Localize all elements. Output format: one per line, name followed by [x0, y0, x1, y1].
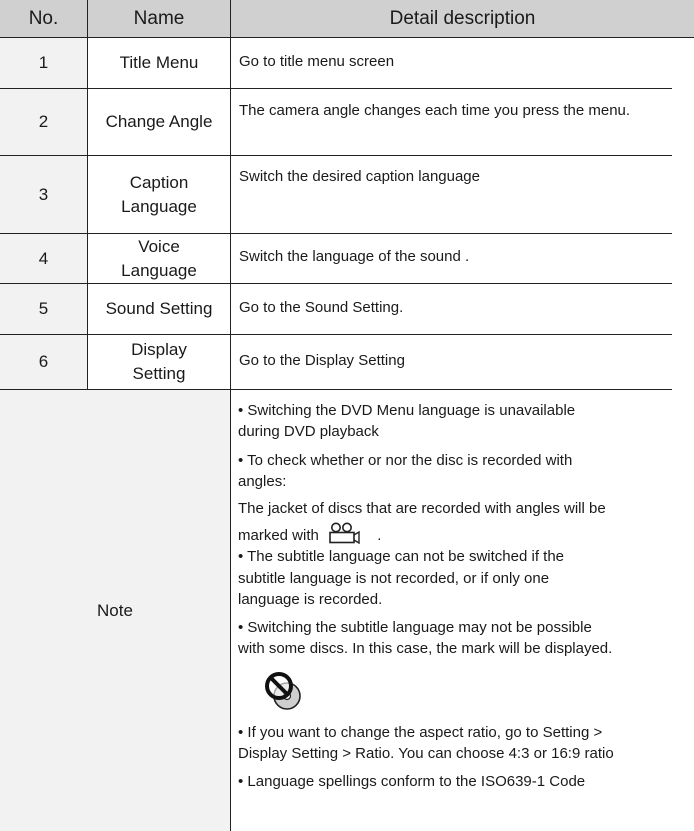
- grid-line: [0, 334, 672, 335]
- note-line-text: .: [377, 527, 382, 544]
- camera-angle-icon: [327, 522, 367, 548]
- note-line: • Switching the subtitle language may no…: [238, 619, 592, 636]
- note-line-text: marked with: [238, 527, 319, 544]
- grid-line: [87, 0, 88, 390]
- note-line: language is recorded.: [238, 591, 383, 608]
- grid-line: [230, 0, 231, 831]
- note-line: angles:: [238, 473, 287, 490]
- prohibited-disc-icon: [263, 671, 305, 715]
- grid-line: [0, 389, 672, 390]
- note-line: The jacket of discs that are recorded wi…: [238, 500, 606, 517]
- note-line: during DVD playback: [238, 423, 379, 440]
- note-line: subtitle language is not recorded, or if…: [238, 570, 550, 587]
- grid-line: [0, 155, 672, 156]
- settings-table: No. Name Detail description 1 Title Menu…: [0, 0, 694, 831]
- grid-line: [0, 88, 672, 89]
- note-line: Display Setting > Ratio. You can choose …: [238, 745, 614, 762]
- note-line: • Language spellings conform to the ISO6…: [238, 773, 586, 790]
- grid-line: [0, 37, 694, 38]
- note-line-with-icon: marked with .: [238, 522, 381, 548]
- grid-line: [0, 283, 672, 284]
- note-content: • Switching the DVD Menu language is una…: [0, 0, 694, 831]
- note-line: with some discs. In this case, the mark …: [238, 640, 613, 657]
- grid-line: [0, 233, 672, 234]
- note-line: • Switching the DVD Menu language is una…: [238, 402, 576, 419]
- note-line: • The subtitle language can not be switc…: [238, 548, 565, 565]
- note-line: • To check whether or nor the disc is re…: [238, 452, 573, 469]
- note-line: • If you want to change the aspect ratio…: [238, 724, 603, 741]
